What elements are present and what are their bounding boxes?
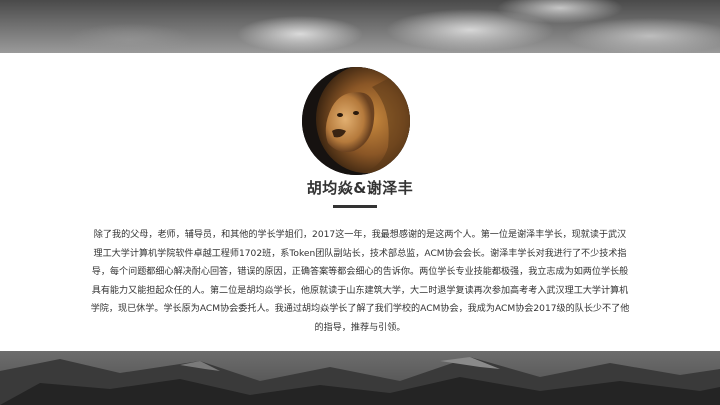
title-divider [333,205,377,208]
footer-mountain-banner [0,351,720,405]
page-title: 胡均焱&谢泽丰 [306,179,414,197]
avatar [302,67,410,175]
bio-paragraph: 除了我的父母，老师，辅导员，和其他的学长学姐们，2017这一年，我最想感谢的是这… [90,230,630,333]
header-cloud-banner [0,0,720,53]
lion-photo-icon [302,67,410,175]
